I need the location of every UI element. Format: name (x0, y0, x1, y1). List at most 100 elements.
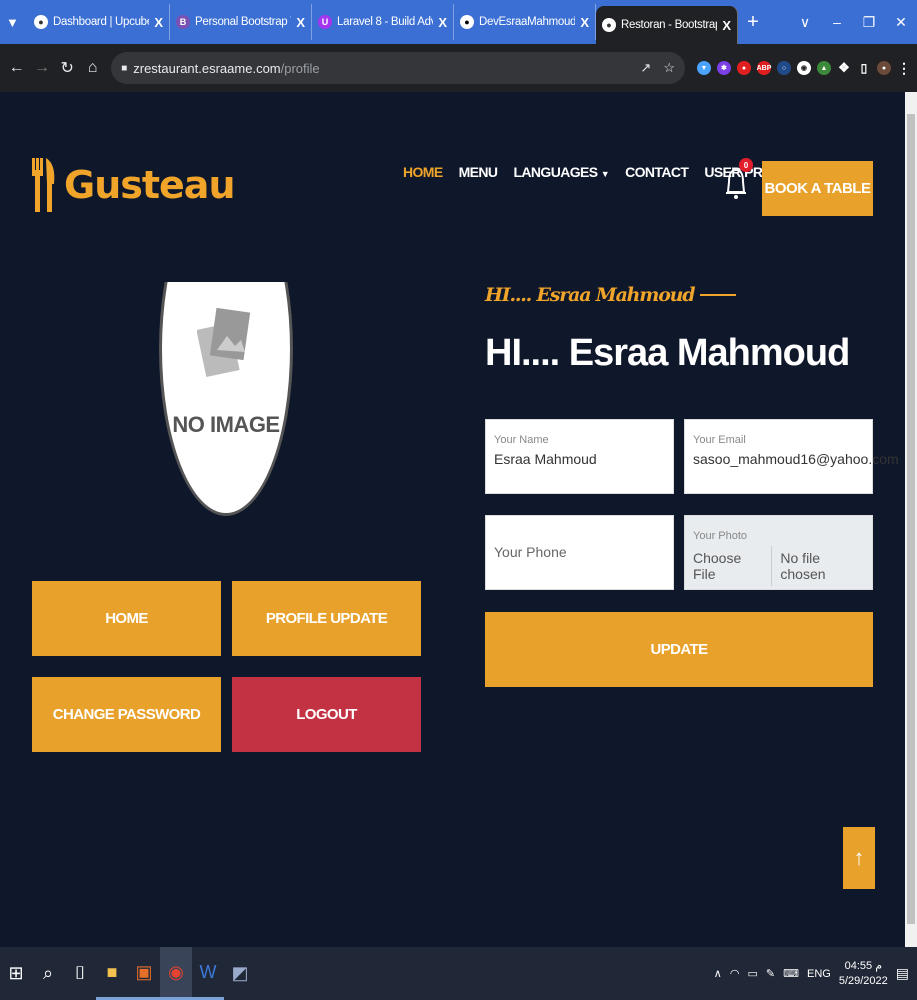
clock-time: 04:55 م (844, 959, 882, 972)
pin-extension-icon[interactable]: ▼ (696, 61, 711, 75)
task-view-icon[interactable]: ⌷ (64, 947, 96, 1000)
close-icon[interactable]: X (722, 18, 731, 33)
reload-icon[interactable]: ↻ (57, 58, 78, 78)
circle-extension-icon[interactable]: ○ (776, 61, 791, 75)
page-content: Gusteau HOME MENU LANGUAGES ▼ CONTACT US… (0, 92, 905, 947)
choose-file-button[interactable]: Choose File (693, 546, 773, 586)
scrollbar-thumb[interactable] (907, 114, 915, 924)
name-value: Esraa Mahmoud (494, 451, 597, 467)
notification-badge: 0 (739, 158, 753, 172)
nav-languages[interactable]: LANGUAGES ▼ (513, 164, 609, 180)
language-indicator[interactable]: ENG (807, 968, 831, 980)
clock-date: 5/29/2022 (838, 974, 888, 987)
back-to-top-button[interactable]: ↑ (843, 827, 875, 889)
photo-label: Your Photo (693, 530, 748, 542)
change-password-button[interactable]: CHANGE PASSWORD (32, 677, 221, 752)
gear-extension-icon[interactable]: ✱ (716, 61, 731, 75)
forward-arrow-icon[interactable]: → (31, 59, 52, 77)
logout-button[interactable]: LOGOUT (232, 677, 421, 752)
window-controls: ∨ – ❐ ✕ (789, 0, 917, 44)
github-icon: ● (460, 15, 474, 29)
close-icon[interactable]: X (580, 15, 589, 30)
keyboard-icon[interactable]: ⌨ (783, 967, 799, 980)
pen-icon[interactable]: ✎ (766, 967, 775, 980)
profile-avatar: NO IMAGE (159, 282, 293, 518)
search-icon[interactable]: ⌕ (32, 947, 64, 1000)
avatar[interactable]: ● (876, 61, 891, 75)
home-button[interactable]: HOME (32, 581, 221, 656)
restore-icon[interactable]: ❐ (853, 0, 885, 44)
battery-icon[interactable]: ▭ (747, 967, 757, 980)
browser-tab[interactable]: B Personal Bootstrap Templat X (170, 4, 312, 40)
browser-tab-strip: ▼ ● Dashboard | Upcube - Adm X B Persona… (0, 0, 917, 44)
bootstrap-icon: B (176, 15, 190, 29)
wifi-icon[interactable]: ◠ (730, 967, 740, 980)
close-icon[interactable]: X (296, 15, 305, 30)
update-button[interactable]: UPDATE (485, 612, 873, 687)
browser-toolbar: ← → ↻ ⌂ ■ zrestaurant.esraame.com/profil… (0, 44, 917, 92)
nav-contact[interactable]: CONTACT (625, 164, 689, 180)
phone-field[interactable]: Your Phone (485, 515, 674, 590)
compass-extension-icon[interactable]: ◉ (796, 61, 811, 75)
location-pin-icon: ▼ (6, 14, 19, 30)
phone-placeholder: Your Phone (494, 544, 567, 560)
address-bar[interactable]: ■ zrestaurant.esraame.com/profile ↗ ☆ (111, 52, 685, 84)
office-app-icon[interactable]: ▣ (128, 947, 160, 1000)
plus-icon: + (747, 10, 759, 33)
nav-home[interactable]: HOME (403, 164, 443, 180)
new-tab-button[interactable]: + (738, 0, 768, 44)
url-host: zrestaurant.esraame.com (133, 60, 281, 76)
lock-icon: ■ (121, 62, 128, 74)
book-table-button[interactable]: BOOK A TABLE (762, 161, 873, 216)
no-file-text: No file chosen (780, 550, 826, 582)
home-icon[interactable]: ⌂ (82, 59, 103, 77)
tab-search-button[interactable]: ▼ (0, 4, 28, 40)
email-label: Your Email (693, 434, 746, 446)
windows-start-icon[interactable]: ⊞ (0, 947, 32, 1000)
brand-logo[interactable]: Gusteau (32, 158, 235, 212)
leaf-extension-icon[interactable]: ▲ (816, 61, 831, 75)
divider (700, 294, 737, 296)
word-icon[interactable]: W (192, 947, 224, 1000)
file-picker[interactable]: Choose File No file chosen (693, 546, 864, 586)
browser-tab[interactable]: U Laravel 8 - Build Advance E X (312, 4, 454, 40)
clock[interactable]: 04:55 م 5/29/2022 (839, 959, 888, 989)
kebab-menu-icon[interactable]: ⋮ (897, 60, 911, 76)
chevron-up-icon[interactable]: ∧ (714, 967, 722, 980)
extensions-bar: ▼ ✱ ● ABP ○ ◉ ▲ ❖ ▯ ● ⋮ (696, 60, 911, 76)
nav-menu[interactable]: MENU (459, 164, 498, 180)
profile-subtitle: HI.... Esraa Mahmoud (485, 284, 737, 306)
profile-update-button[interactable]: PROFILE UPDATE (232, 581, 421, 656)
file-explorer-icon[interactable]: ■ (96, 947, 128, 1000)
shield-extension-icon[interactable]: ● (736, 61, 751, 75)
udemy-icon: U (318, 15, 332, 29)
chrome-icon[interactable]: ◉ (160, 947, 192, 1000)
profile-subtitle-text: HI.... Esraa Mahmoud (485, 284, 696, 306)
no-image-text: NO IMAGE (172, 412, 280, 437)
back-arrow-icon[interactable]: ← (6, 59, 27, 77)
browser-tab-active[interactable]: ● Restoran - Bootstrap Restau X (596, 6, 738, 44)
browser-tab[interactable]: ● Dashboard | Upcube - Adm X (28, 4, 170, 40)
notifications-icon[interactable]: ▤ (896, 965, 909, 982)
taskbar: ⊞ ⌕ ⌷ ■ ▣ ◉ W ◩ ∧ ◠ ▭ ✎ ⌨ ENG 04:55 م 5/… (0, 947, 917, 1000)
close-icon[interactable]: X (154, 15, 163, 30)
app-icon[interactable]: ◩ (224, 947, 256, 1000)
share-icon[interactable]: ↗ (640, 60, 651, 76)
browser-tab[interactable]: ● DevEsraaMahmoud/Ecomm X (454, 4, 596, 40)
sidepanel-icon[interactable]: ▯ (857, 61, 871, 75)
close-icon[interactable]: X (438, 15, 447, 30)
adblock-icon[interactable]: ABP (757, 61, 771, 75)
close-window-icon[interactable]: ✕ (885, 0, 917, 44)
url-path: /profile (280, 60, 320, 76)
page-scrollbar[interactable] (905, 92, 917, 947)
globe-icon: ● (34, 15, 48, 29)
minimize-icon[interactable]: – (821, 0, 853, 44)
email-field[interactable]: Your Email sasoo_mahmoud16@yahoo.com (684, 419, 899, 494)
chevron-down-icon[interactable]: ∨ (789, 0, 821, 44)
bookmark-star-icon[interactable]: ☆ (663, 60, 675, 76)
photo-file-input[interactable]: Your Photo Choose File No file chosen (684, 515, 873, 590)
puzzle-icon[interactable]: ❖ (837, 60, 851, 75)
page-title: HI.... Esraa Mahmoud (485, 332, 850, 374)
name-field[interactable]: Your Name Esraa Mahmoud (485, 419, 674, 494)
globe-icon: ● (602, 18, 616, 32)
